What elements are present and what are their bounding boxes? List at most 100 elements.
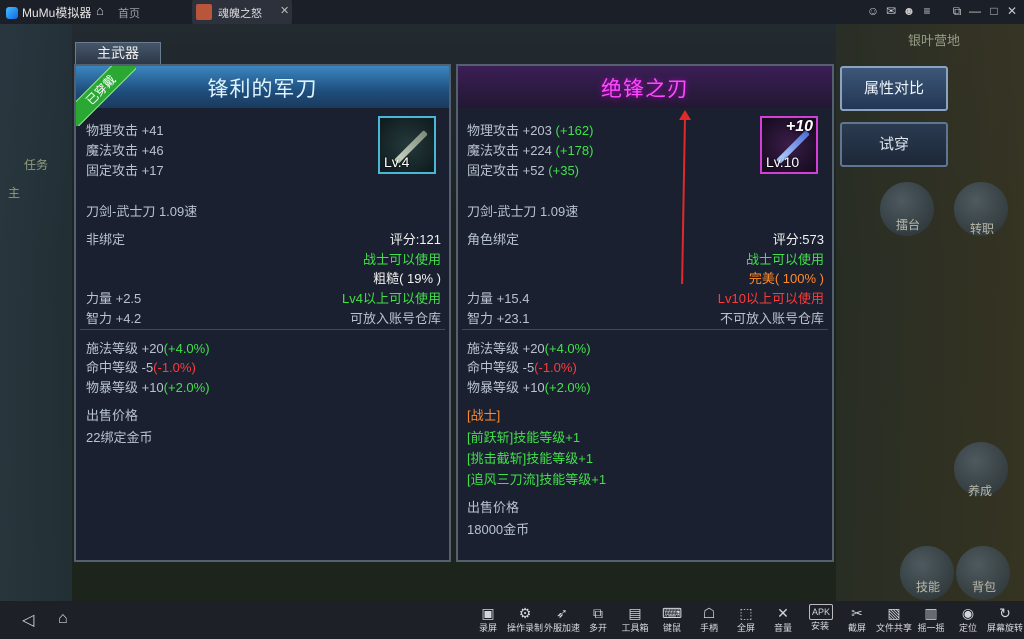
right-extra-hit: 命中等级 -5(-1.0%) <box>467 357 577 376</box>
location-button[interactable]: ◉ 定位 <box>951 604 985 634</box>
tab-close-icon[interactable]: ✕ <box>280 4 289 17</box>
left-strength: 力量 +2.5 <box>86 291 142 306</box>
game-side-text: 主 <box>8 186 21 200</box>
fullscreen-button[interactable]: ⬚ 全屏 <box>729 604 763 634</box>
crop-icon: ✂ <box>851 605 863 621</box>
left-item-icon[interactable]: Lv.4 <box>378 116 436 174</box>
apk-icon: APK <box>809 604 833 620</box>
menu-icon[interactable]: ≡ <box>920 4 934 18</box>
right-class-req: 战士可以使用 <box>745 252 824 267</box>
left-extra-crit: 物暴等级 +10(+2.0%) <box>86 377 210 396</box>
emulator-titlebar: MuMu模拟器 ⌂ 首页 魂魄之怒 ✕ ☺ ✉ ☻ ≡ ⧉ — □ ✕ <box>0 0 1024 24</box>
tab-home[interactable]: 首页 <box>118 5 140 21</box>
multi-instance-button[interactable]: ⧉ 多开 <box>581 604 615 634</box>
home-icon[interactable]: ⌂ <box>96 3 104 18</box>
user-icon[interactable]: ☻ <box>902 4 916 18</box>
right-stat-magic: 魔法攻击 +224 (+178) <box>467 140 593 159</box>
stat-bonus: (+178) <box>555 143 594 158</box>
main-weapon-tab[interactable]: 主武器 <box>75 42 161 66</box>
minimize-icon[interactable]: — <box>968 4 982 18</box>
fullscreen-icon: ⬚ <box>739 605 753 621</box>
shake-icon: ▥ <box>924 605 938 621</box>
volume-button[interactable]: ✕ 音量 <box>766 604 800 634</box>
right-bind-status: 角色绑定 <box>467 232 520 247</box>
try-on-button[interactable]: 试穿 <box>840 122 948 167</box>
game-quest-label: 任务 <box>24 158 49 172</box>
right-intellect: 智力 +23.1 <box>467 311 530 326</box>
close-window-icon[interactable]: ✕ <box>1005 4 1019 18</box>
stat-text: 固定攻击 +52 <box>467 163 545 178</box>
game-bag-label: 背包 <box>972 580 997 594</box>
rotate-screen-button[interactable]: ↻ 屏幕旋转 <box>987 604 1023 634</box>
right-quality: 完美( 100% ) <box>748 271 824 286</box>
record-screen-button[interactable]: ▣ 录屏 <box>471 604 505 634</box>
extra-label: 命中等级 -5 <box>467 360 535 375</box>
location-pin-icon: ◉ <box>961 605 975 621</box>
compare-attributes-button[interactable]: 属性对比 <box>840 66 948 111</box>
right-panel-header: 绝锋之刃 <box>458 66 832 108</box>
screenshot-button[interactable]: ✂ 截屏 <box>840 604 874 634</box>
mumu-logo-icon <box>6 6 18 19</box>
left-price-label: 出售价格 <box>86 408 139 423</box>
left-bind-status: 非绑定 <box>86 232 126 247</box>
left-level-req: Lv4以上可以使用 <box>342 291 441 306</box>
left-stat-fixed: 固定攻击 +17 <box>86 160 164 179</box>
extra-value: (-1.0%) <box>534 360 577 375</box>
game-grow-label: 养成 <box>968 484 993 498</box>
stat-bonus: (+162) <box>555 123 594 138</box>
left-stat-magic: 魔法攻击 +46 <box>86 140 164 159</box>
back-icon[interactable]: ◁ <box>22 610 34 630</box>
home-nav-icon[interactable]: ⌂ <box>58 610 68 628</box>
extra-value: (-1.0%) <box>153 360 196 375</box>
accelerate-button[interactable]: ➶ 外服加速 <box>544 604 580 634</box>
folder-icon: ▧ <box>887 605 901 621</box>
right-divider <box>462 329 828 330</box>
game-skill-label: 技能 <box>916 580 941 594</box>
right-stat-fixed: 固定攻击 +52 (+35) <box>467 160 579 179</box>
tab-game[interactable]: 魂魄之怒 ✕ <box>192 0 292 24</box>
right-extra-crit: 物暴等级 +10(+2.0%) <box>467 377 591 396</box>
app-name-label: MuMu模拟器 <box>22 6 92 20</box>
mail-icon[interactable]: ✉ <box>884 4 898 18</box>
install-apk-button[interactable]: APK 安装 <box>803 604 837 632</box>
keymouse-button[interactable]: ⌨ 键鼠 <box>655 604 689 634</box>
shake-button[interactable]: ▥ 摇一摇 <box>914 604 948 634</box>
game-app-icon <box>196 4 212 20</box>
macro-record-button[interactable]: ⚙ 操作录制 <box>507 604 543 634</box>
left-stat-physical: 物理攻击 +41 <box>86 120 164 139</box>
file-share-button[interactable]: ▧ 文件共享 <box>876 604 912 634</box>
right-skill-3: [追风三刀流]技能等级+1 <box>467 472 607 487</box>
left-price: 22绑定金币 <box>86 430 153 445</box>
extra-value: (+2.0%) <box>163 380 210 395</box>
gamepad-button[interactable]: ☖ 手柄 <box>692 604 726 634</box>
game-bg-left <box>0 24 72 601</box>
game-location-label: 银叶营地 <box>908 33 961 48</box>
left-class-req: 战士可以使用 <box>362 252 441 267</box>
right-level-req: Lv10以上可以使用 <box>717 291 824 306</box>
extra-value: (+4.0%) <box>544 341 591 356</box>
extra-label: 施法等级 +20 <box>467 341 545 356</box>
left-extra-cast: 施法等级 +20(+4.0%) <box>86 338 210 357</box>
equipped-badge: 已穿戴 <box>76 66 136 126</box>
record-screen-icon: ▣ <box>481 605 495 621</box>
toolbox-icon: ▤ <box>628 605 642 621</box>
tool-label: 屏幕旋转 <box>986 623 1023 633</box>
emulator-bottom-toolbar: ◁ ⌂ ▣ 录屏 ⚙ 操作录制 ➶ 外服加速 ⧉ 多开 ▤ 工具箱 ⌨ 键鼠 ☖ 手柄 ⬚ 全屏… <box>0 601 1024 639</box>
equipped-badge-label: 已穿戴 <box>76 66 136 126</box>
restore-icon[interactable]: ⧉ <box>950 4 964 19</box>
extra-label: 命中等级 -5 <box>86 360 154 375</box>
maximize-icon[interactable]: □ <box>987 4 1001 18</box>
macro-record-icon: ⚙ <box>518 605 532 621</box>
gift-icon[interactable]: ☺ <box>866 4 880 18</box>
right-stat-physical: 物理攻击 +203 (+162) <box>467 120 593 139</box>
compare-item-panel: 绝锋之刃 +10 Lv.10 物理攻击 +203 (+162) 魔法攻击 +22… <box>456 64 834 562</box>
right-item-icon[interactable]: +10 Lv.10 <box>760 116 818 174</box>
toolbox-button[interactable]: ▤ 工具箱 <box>618 604 652 634</box>
left-quality: 粗糙( 19% ) <box>373 271 441 286</box>
extra-value: (+4.0%) <box>163 341 210 356</box>
right-price: 18000金币 <box>467 522 530 537</box>
multi-instance-icon: ⧉ <box>593 605 603 621</box>
left-divider <box>80 329 445 330</box>
gamepad-icon: ☖ <box>702 605 716 621</box>
left-weapon-type: 刀剑-武士刀 1.09速 <box>86 204 198 219</box>
